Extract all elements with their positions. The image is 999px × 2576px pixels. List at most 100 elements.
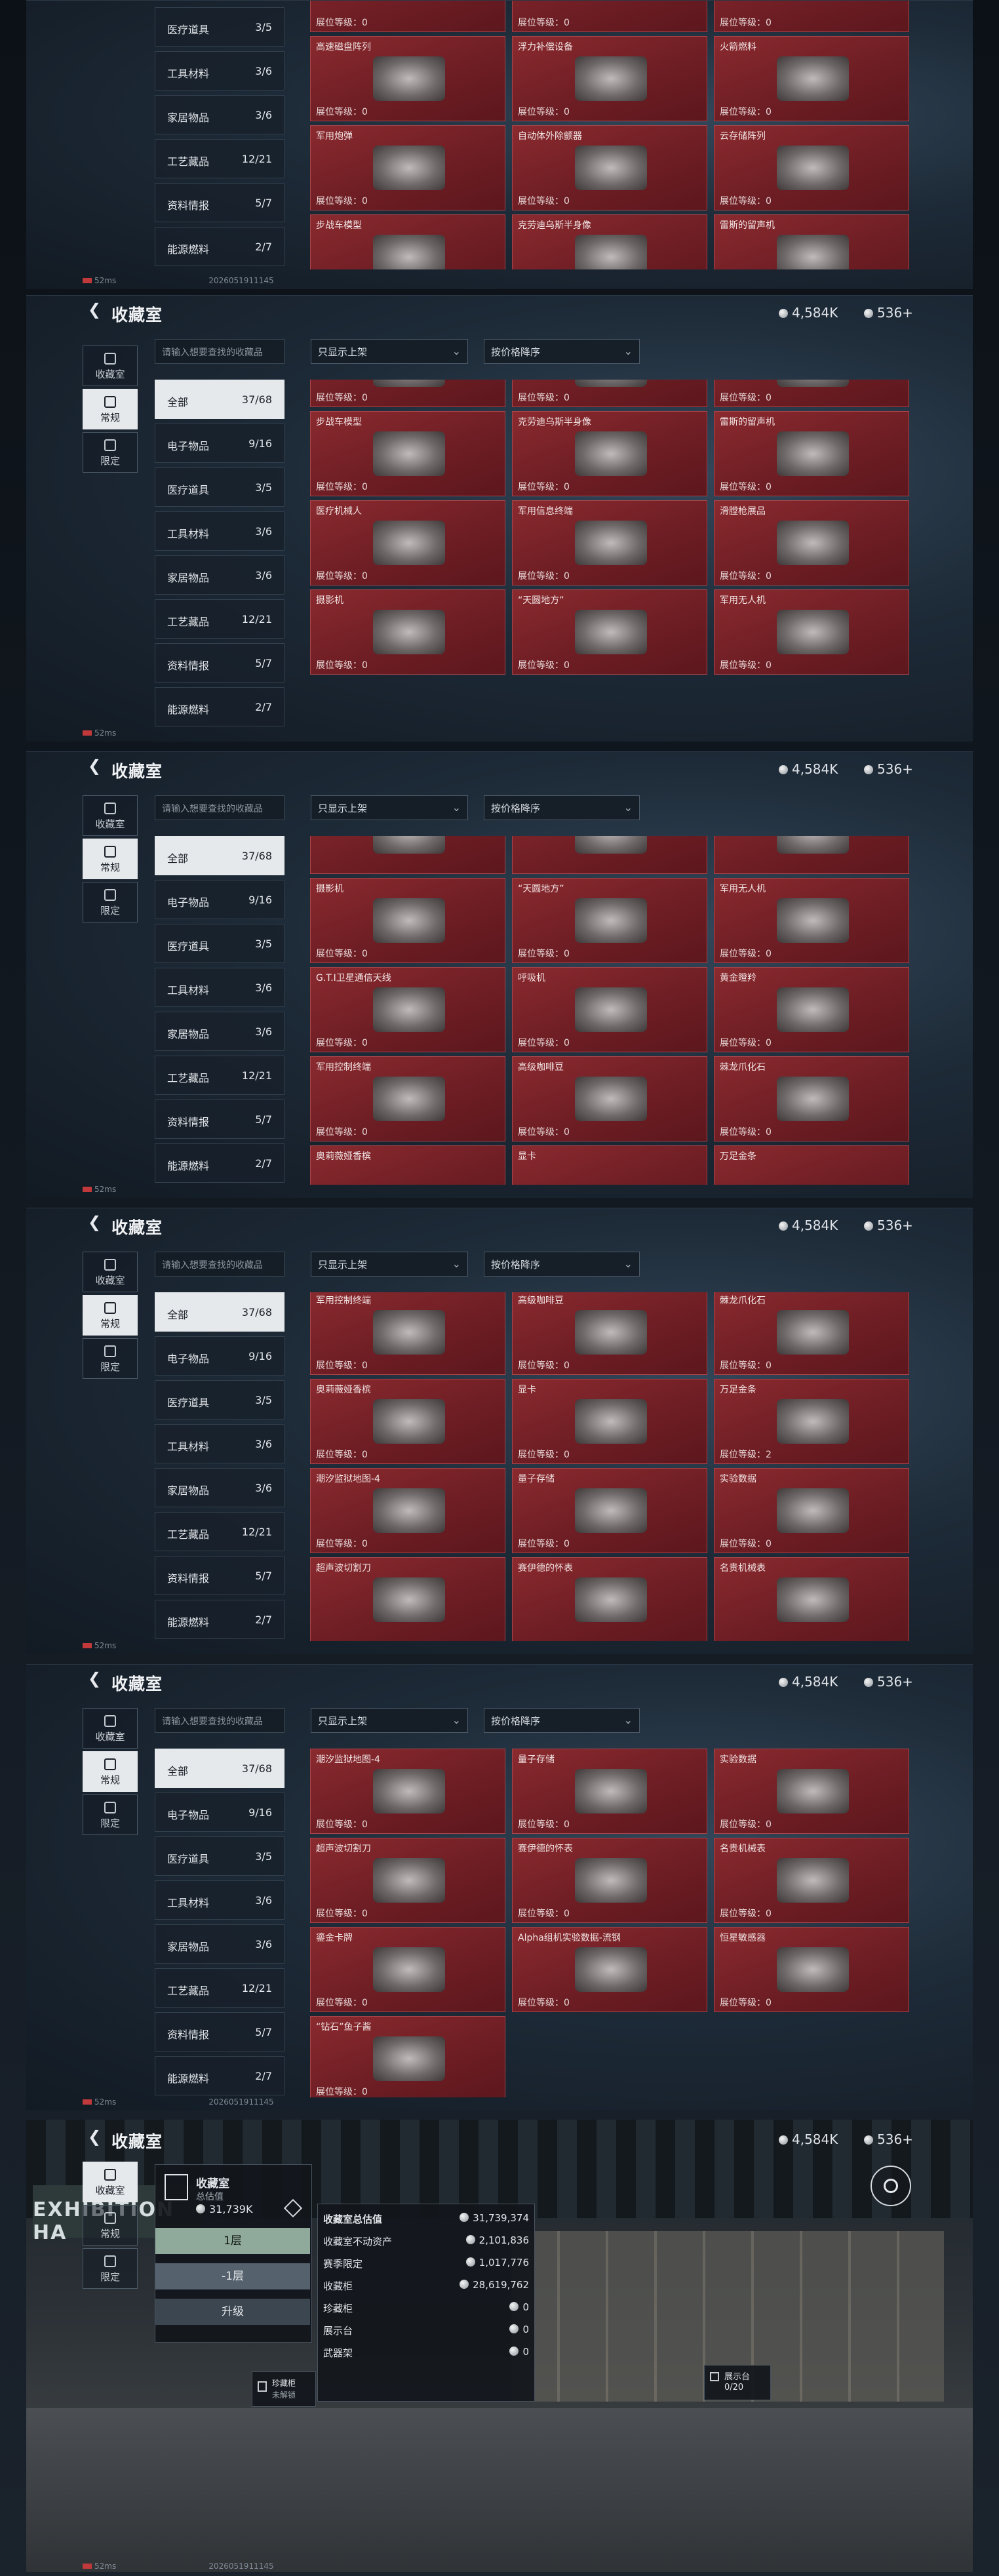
item-card[interactable]: 实验数据 展位等级：0 bbox=[714, 1749, 909, 1834]
upgrade-button[interactable]: 升级 bbox=[155, 2299, 310, 2325]
item-card[interactable]: 恒星敏感器 展位等级：0 bbox=[714, 1927, 909, 2012]
chevron-left-icon[interactable]: ❮ bbox=[88, 300, 101, 319]
item-card[interactable]: 量子存储 展位等级：0 bbox=[512, 1749, 707, 1834]
category-crafts[interactable]: 工艺藏品 12/21 bbox=[155, 1512, 284, 1551]
category-electronics[interactable]: 电子物品 9/16 bbox=[155, 880, 284, 919]
category-energy[interactable]: 能源燃料 2/7 bbox=[155, 2056, 284, 2095]
category-home[interactable]: 家居物品 3/6 bbox=[155, 95, 284, 134]
item-card[interactable]: 呼吸机 展位等级：0 bbox=[512, 967, 707, 1052]
category-crafts[interactable]: 工艺藏品 12/21 bbox=[155, 1056, 284, 1095]
item-card[interactable]: 棘龙爪化石 展位等级：0 bbox=[714, 1292, 909, 1375]
item-card[interactable]: 浮力补偿设备 展位等级：0 bbox=[512, 36, 707, 121]
chevron-left-icon[interactable]: ❮ bbox=[88, 2128, 101, 2146]
nav-regular[interactable]: 常规 bbox=[83, 389, 138, 429]
nav-collection-room[interactable]: 收藏室 bbox=[83, 795, 138, 836]
item-card[interactable]: 高级咖啡豆 展位等级：0 bbox=[512, 1056, 707, 1141]
item-card[interactable]: 名贵机械表 bbox=[714, 1557, 909, 1641]
item-card[interactable]: Alpha组机实验数据-流钢 展位等级：0 bbox=[512, 1927, 707, 2012]
floor-minus1-button[interactable]: -1层 bbox=[155, 2263, 310, 2289]
item-card[interactable]: 展位等级：0 bbox=[714, 1, 909, 32]
category-all[interactable]: 全部 37/68 bbox=[155, 1749, 284, 1788]
item-card[interactable]: 量子存储 展位等级：0 bbox=[512, 1468, 707, 1553]
item-card[interactable]: 医疗机械人 展位等级：0 bbox=[310, 500, 505, 585]
item-card[interactable] bbox=[310, 836, 505, 874]
item-card[interactable]: 火箭燃料 展位等级：0 bbox=[714, 36, 909, 121]
item-card[interactable]: 军用控制终端 展位等级：0 bbox=[310, 1292, 505, 1375]
category-medical[interactable]: 医疗道具 3/5 bbox=[155, 924, 284, 963]
category-home[interactable]: 家居物品 3/6 bbox=[155, 1924, 284, 1964]
category-intel[interactable]: 资料情报 5/7 bbox=[155, 2012, 284, 2051]
category-energy[interactable]: 能源燃料 2/7 bbox=[155, 1143, 284, 1183]
category-medical[interactable]: 医疗道具 3/5 bbox=[155, 1380, 284, 1419]
filter-dropdown[interactable]: 只显示上架 ⌄ bbox=[311, 795, 468, 820]
nav-collection-room[interactable]: 收藏室 bbox=[83, 1252, 138, 1292]
item-card[interactable]: 雷斯的留声机 展位等级：0 bbox=[714, 411, 909, 496]
category-tools[interactable]: 工具材料 3/6 bbox=[155, 51, 284, 90]
item-card[interactable]: 军用控制终端 展位等级：0 bbox=[310, 1056, 505, 1141]
item-card[interactable]: 自动体外除颤器 展位等级：0 bbox=[512, 125, 707, 210]
item-card[interactable]: 赛伊德的怀表 bbox=[512, 1557, 707, 1641]
category-crafts[interactable]: 工艺藏品 12/21 bbox=[155, 1968, 284, 2008]
item-card[interactable]: G.T.I卫星通信天线 展位等级：0 bbox=[310, 967, 505, 1052]
category-home[interactable]: 家居物品 3/6 bbox=[155, 1468, 284, 1507]
item-card[interactable]: 军用无人机 展位等级：0 bbox=[714, 589, 909, 675]
nav-regular[interactable]: 常规 bbox=[83, 1295, 138, 1336]
chevron-left-icon[interactable]: ❮ bbox=[88, 1669, 101, 1688]
item-card[interactable]: 展位等级：0 bbox=[512, 1, 707, 32]
filter-dropdown[interactable]: 只显示上架 ⌄ bbox=[311, 339, 468, 364]
category-energy[interactable]: 能源燃料 2/7 bbox=[155, 1600, 284, 1639]
search-input[interactable]: 请输入想要查找的收藏品 bbox=[155, 1708, 284, 1733]
filter-dropdown[interactable]: 只显示上架 ⌄ bbox=[311, 1252, 468, 1277]
floor-1-button[interactable]: 1层 bbox=[155, 2228, 310, 2254]
item-card[interactable]: 潮汐监狱地图-4 展位等级：0 bbox=[310, 1468, 505, 1553]
item-card[interactable]: “天圆地方” 展位等级：0 bbox=[512, 878, 707, 963]
nav-collection-room[interactable]: 收藏室 bbox=[83, 2162, 138, 2202]
nav-regular[interactable]: 常规 bbox=[83, 839, 138, 879]
gem-balance[interactable]: 536+ bbox=[864, 761, 913, 777]
item-card[interactable]: 显卡 bbox=[512, 1145, 707, 1185]
nav-limited[interactable]: 限定 bbox=[83, 2248, 138, 2289]
item-card[interactable]: 步战车模型 bbox=[310, 214, 505, 269]
category-electronics[interactable]: 电子物品 9/16 bbox=[155, 424, 284, 463]
nav-regular[interactable]: 常规 bbox=[83, 2205, 138, 2246]
category-medical[interactable]: 医疗道具 3/5 bbox=[155, 7, 284, 47]
item-card[interactable]: 奥莉薇娅香槟 bbox=[310, 1145, 505, 1185]
category-electronics[interactable]: 电子物品 9/16 bbox=[155, 1793, 284, 1832]
nav-limited[interactable]: 限定 bbox=[83, 432, 138, 473]
item-card[interactable]: 克劳迪乌斯半身像 bbox=[512, 214, 707, 269]
item-card[interactable] bbox=[714, 836, 909, 874]
category-medical[interactable]: 医疗道具 3/5 bbox=[155, 467, 284, 507]
category-home[interactable]: 家居物品 3/6 bbox=[155, 555, 284, 595]
item-card[interactable]: 云存储阵列 展位等级：0 bbox=[714, 125, 909, 210]
gem-balance[interactable]: 536+ bbox=[864, 305, 913, 321]
view-toggle-button[interactable] bbox=[871, 2166, 911, 2206]
item-card[interactable]: 军用无人机 展位等级：0 bbox=[714, 878, 909, 963]
item-card[interactable]: 万足金条 展位等级：2 bbox=[714, 1379, 909, 1464]
gem-balance[interactable]: 536+ bbox=[864, 1218, 913, 1233]
item-card[interactable]: 展位等级：0 bbox=[310, 380, 505, 407]
nav-collection-room[interactable]: 收藏室 bbox=[83, 346, 138, 386]
item-card[interactable]: 高级咖啡豆 展位等级：0 bbox=[512, 1292, 707, 1375]
item-card[interactable]: 万足金条 bbox=[714, 1145, 909, 1185]
item-card[interactable]: 黄金瞪羚 展位等级：0 bbox=[714, 967, 909, 1052]
category-electronics[interactable]: 电子物品 9/16 bbox=[155, 1336, 284, 1376]
item-card[interactable]: 奥莉薇娅香槟 展位等级：0 bbox=[310, 1379, 505, 1464]
item-card[interactable]: 潮汐监狱地图-4 展位等级：0 bbox=[310, 1749, 505, 1834]
item-card[interactable]: 显卡 展位等级：0 bbox=[512, 1379, 707, 1464]
filter-dropdown[interactable]: 只显示上架 ⌄ bbox=[311, 1708, 468, 1733]
item-card[interactable]: 军用炮弹 展位等级：0 bbox=[310, 125, 505, 210]
nav-collection-room[interactable]: 收藏室 bbox=[83, 1708, 138, 1749]
category-tools[interactable]: 工具材料 3/6 bbox=[155, 1880, 284, 1920]
chevron-left-icon[interactable]: ❮ bbox=[88, 757, 101, 775]
sort-dropdown[interactable]: 按价格降序 ⌄ bbox=[484, 1708, 640, 1733]
search-input[interactable]: 请输入想要查找的收藏品 bbox=[155, 1252, 284, 1277]
item-card[interactable]: 滑膛枪展品 展位等级：0 bbox=[714, 500, 909, 585]
item-card[interactable]: 克劳迪乌斯半身像 展位等级：0 bbox=[512, 411, 707, 496]
item-card[interactable]: “钻石”鱼子酱 展位等级：0 bbox=[310, 2016, 505, 2097]
category-intel[interactable]: 资料情报 5/7 bbox=[155, 643, 284, 683]
item-card[interactable]: 鎏金卡牌 展位等级：0 bbox=[310, 1927, 505, 2012]
item-card[interactable]: 名贵机械表 展位等级：0 bbox=[714, 1838, 909, 1923]
item-card[interactable]: 展位等级：0 bbox=[714, 380, 909, 407]
item-card[interactable]: 摄影机 展位等级：0 bbox=[310, 589, 505, 675]
category-home[interactable]: 家居物品 3/6 bbox=[155, 1012, 284, 1051]
